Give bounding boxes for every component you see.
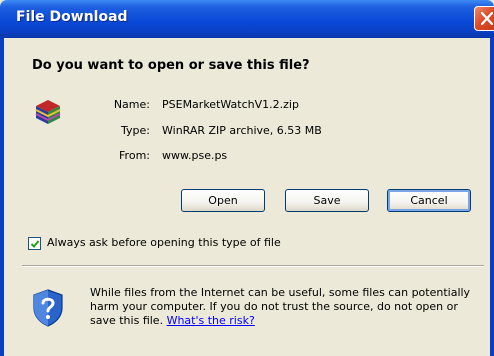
warning-message: While files from the Internet can be use… <box>90 286 485 328</box>
divider <box>22 265 484 267</box>
file-type-value: WinRAR ZIP archive, 6.53 MB <box>162 124 322 137</box>
file-from-label: From: <box>119 149 150 162</box>
winrar-archive-icon <box>35 100 61 124</box>
whats-the-risk-link[interactable]: What's the risk? <box>167 314 255 327</box>
always-ask-checkbox[interactable] <box>28 237 41 250</box>
checkmark-icon <box>30 240 40 248</box>
window-frame-right <box>490 38 494 356</box>
close-icon <box>481 12 493 25</box>
always-ask-label[interactable]: Always ask before opening this type of f… <box>47 236 281 249</box>
window-frame-left <box>0 38 4 356</box>
file-name-label: Name: <box>113 98 150 111</box>
shield-question-icon <box>33 289 63 327</box>
file-name-value: PSEMarketWatchV1.2.zip <box>162 98 299 111</box>
file-from-value: www.pse.ps <box>162 149 228 162</box>
cancel-button[interactable]: Cancel <box>387 189 471 212</box>
close-button[interactable] <box>474 6 494 31</box>
title-bar[interactable]: File Download <box>0 0 494 38</box>
window-title: File Download <box>16 9 128 25</box>
save-button[interactable]: Save <box>285 189 369 212</box>
warning-text: While files from the Internet can be use… <box>90 286 471 327</box>
dialog-heading: Do you want to open or save this file? <box>32 58 310 73</box>
open-button[interactable]: Open <box>181 189 265 212</box>
file-type-label: Type: <box>121 124 150 137</box>
